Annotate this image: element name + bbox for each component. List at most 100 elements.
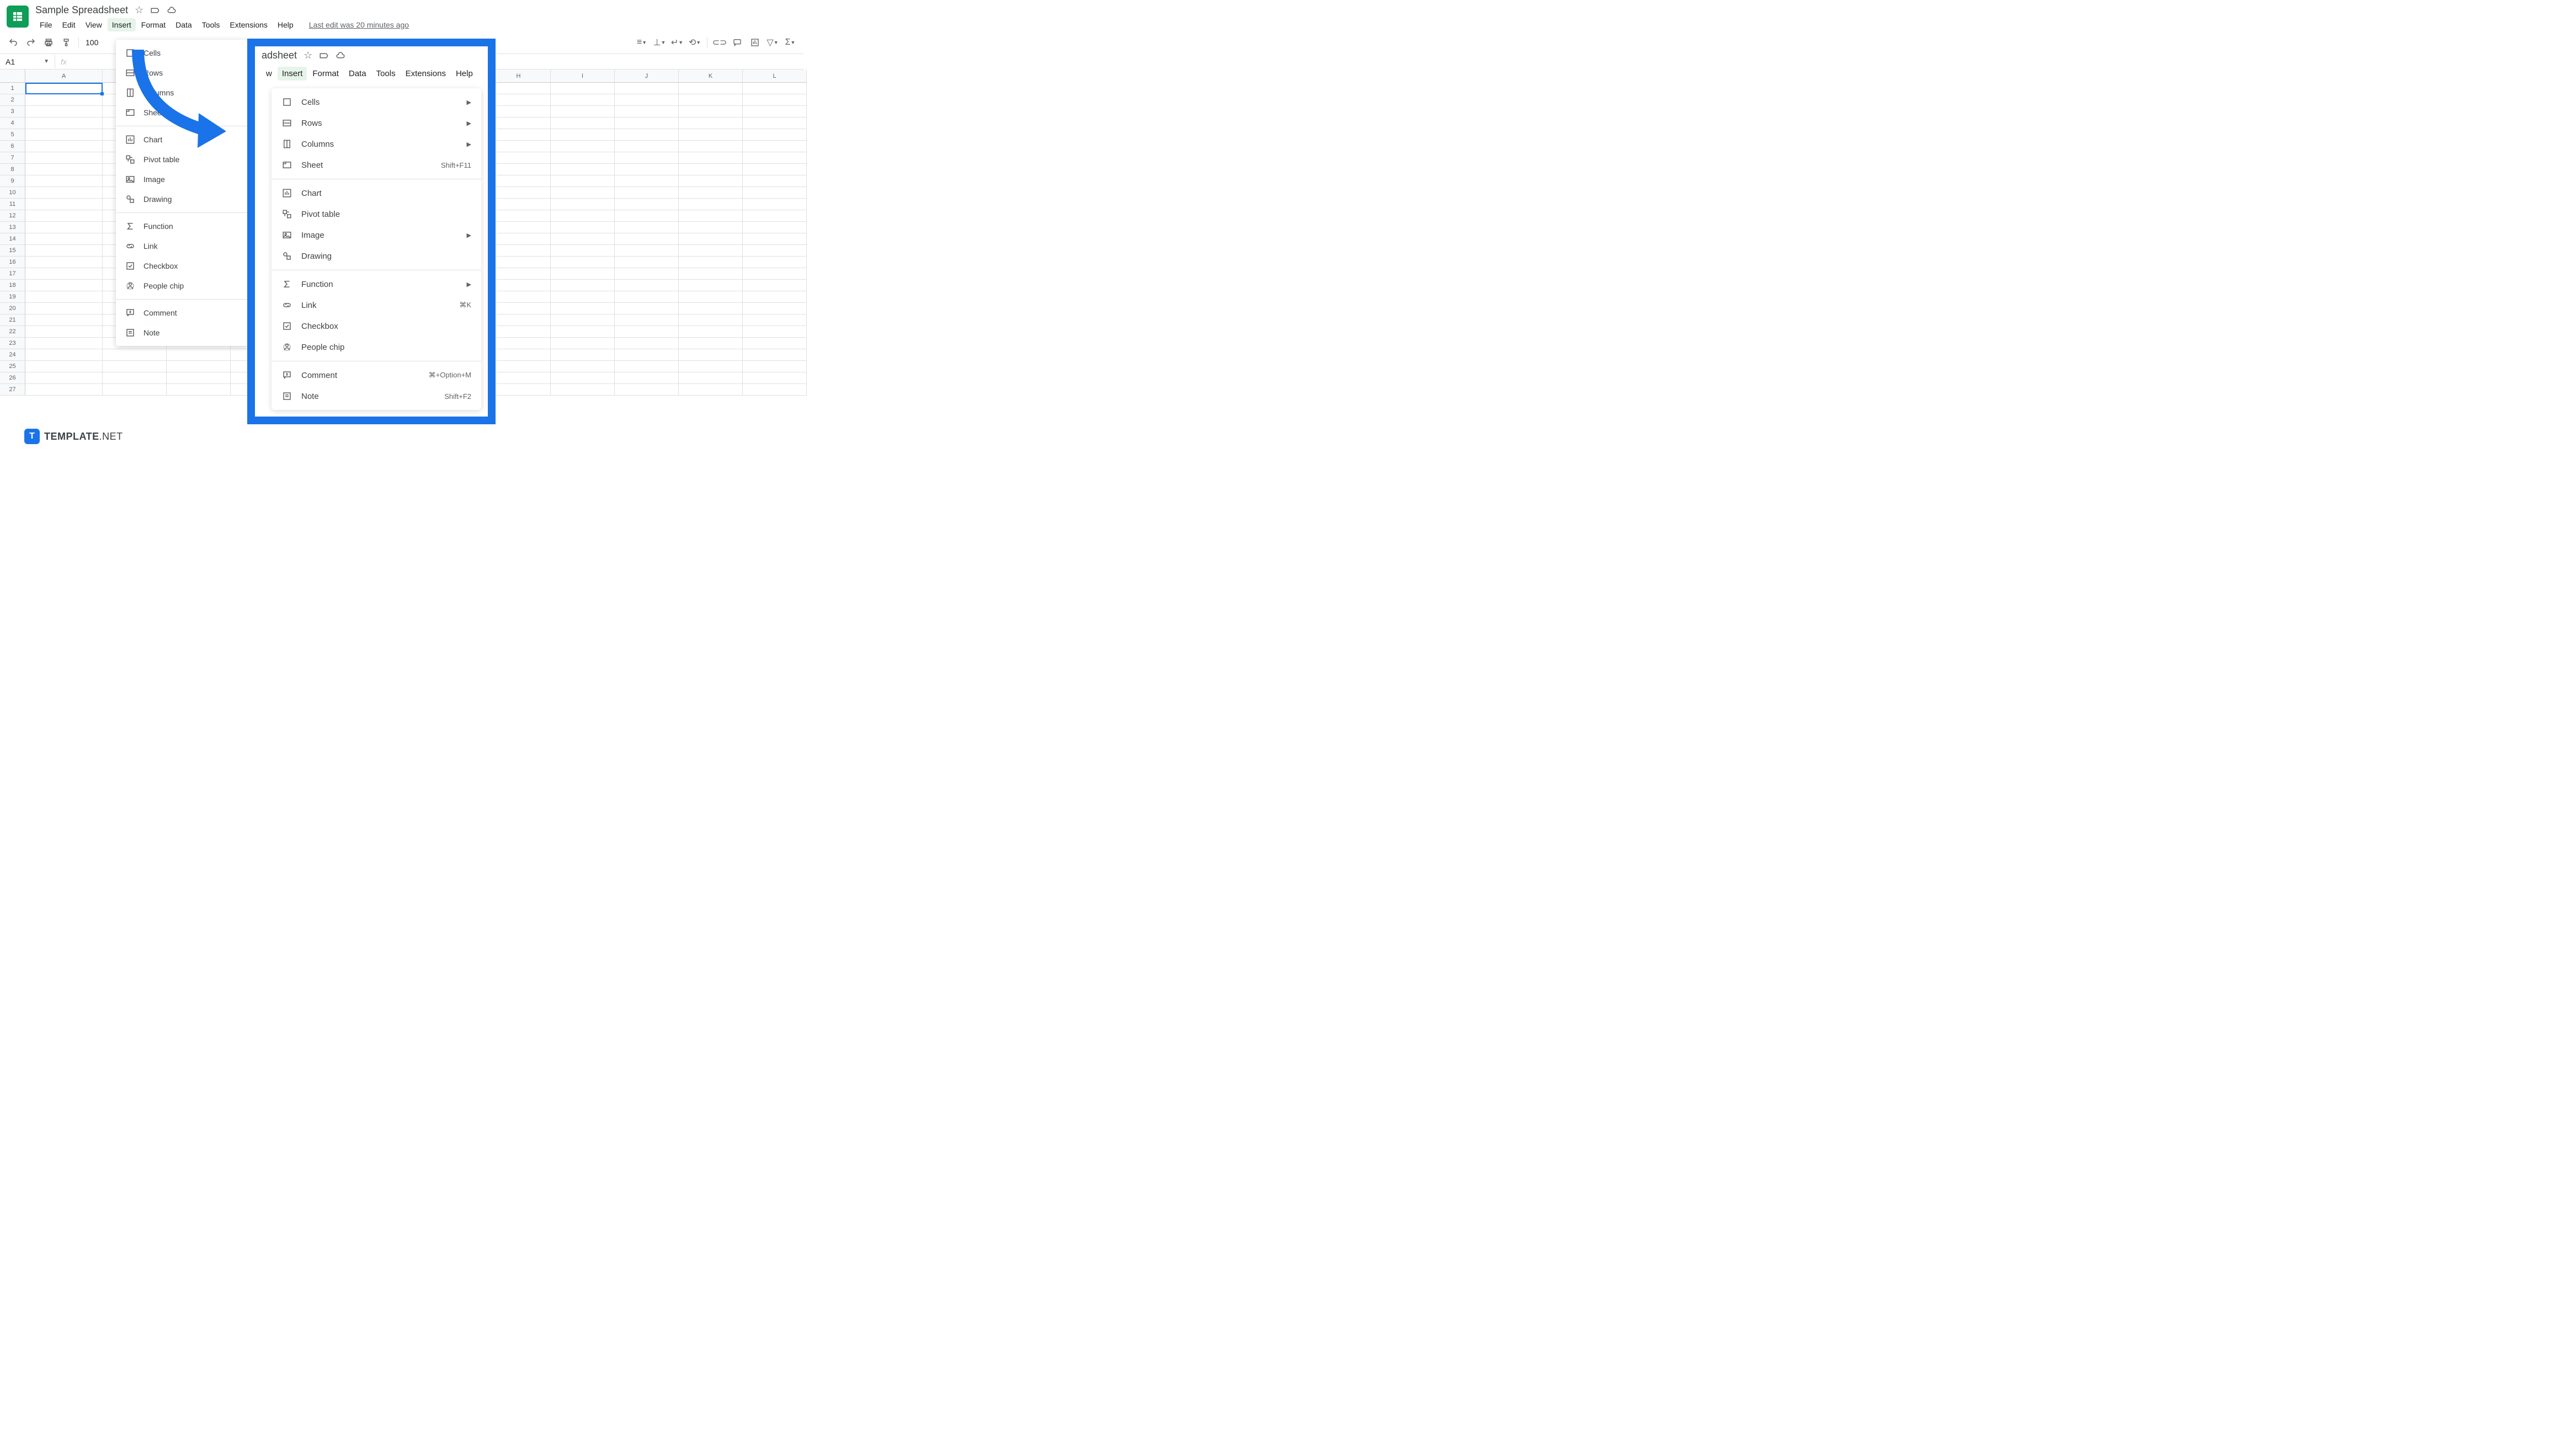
- cell[interactable]: [551, 372, 615, 384]
- menu-item-comment[interactable]: Comment: [116, 303, 248, 323]
- cell[interactable]: [25, 326, 103, 338]
- cell[interactable]: [679, 233, 743, 245]
- cell[interactable]: [487, 314, 551, 326]
- cell[interactable]: [679, 152, 743, 164]
- cell[interactable]: [25, 268, 103, 280]
- row-header[interactable]: 27: [0, 384, 25, 396]
- cell[interactable]: [679, 372, 743, 384]
- col-header[interactable]: L: [743, 70, 807, 83]
- cell[interactable]: [551, 83, 615, 94]
- cell[interactable]: [25, 280, 103, 291]
- cell[interactable]: [25, 372, 103, 384]
- cell[interactable]: [615, 245, 679, 257]
- cell[interactable]: [551, 164, 615, 175]
- cell[interactable]: [615, 338, 679, 349]
- cell[interactable]: [615, 94, 679, 106]
- cell[interactable]: [679, 384, 743, 396]
- cell[interactable]: [679, 94, 743, 106]
- menu-file[interactable]: File: [35, 18, 57, 31]
- menu-item-chart[interactable]: Chart: [272, 183, 481, 204]
- cell[interactable]: [25, 222, 103, 233]
- row-header[interactable]: 18: [0, 280, 25, 291]
- cell[interactable]: [551, 314, 615, 326]
- cell[interactable]: [551, 291, 615, 303]
- cell[interactable]: [679, 268, 743, 280]
- wrap-icon[interactable]: ↵ ▼: [669, 35, 685, 50]
- menu-view[interactable]: View: [81, 18, 107, 31]
- cell[interactable]: [551, 106, 615, 118]
- menu-item-link[interactable]: Link: [116, 236, 248, 256]
- row-header[interactable]: 7: [0, 152, 25, 164]
- comment-icon[interactable]: [730, 35, 745, 50]
- cell[interactable]: [25, 83, 103, 94]
- cell[interactable]: [679, 187, 743, 199]
- row-header[interactable]: 11: [0, 199, 25, 210]
- cell[interactable]: [25, 257, 103, 268]
- menu-item-link[interactable]: Link⌘K: [272, 295, 481, 316]
- doc-title[interactable]: Sample Spreadsheet: [35, 4, 128, 16]
- menu-item-columns[interactable]: Columns▶: [272, 134, 481, 154]
- cell[interactable]: [615, 257, 679, 268]
- row-header[interactable]: 23: [0, 338, 25, 349]
- move-icon[interactable]: [319, 51, 329, 61]
- row-header[interactable]: 25: [0, 361, 25, 372]
- row-header[interactable]: 13: [0, 222, 25, 233]
- row-header[interactable]: 17: [0, 268, 25, 280]
- cell[interactable]: [551, 361, 615, 372]
- cell-reference[interactable]: A1 ▼: [0, 55, 55, 68]
- menu-tools[interactable]: Tools: [198, 18, 225, 31]
- row-header[interactable]: 12: [0, 210, 25, 222]
- col-header[interactable]: K: [679, 70, 743, 83]
- cell[interactable]: [551, 326, 615, 338]
- menu-data[interactable]: Data: [171, 18, 196, 31]
- menu-tools[interactable]: Tools: [372, 67, 400, 81]
- cell[interactable]: [679, 291, 743, 303]
- cell[interactable]: [25, 384, 103, 396]
- cell[interactable]: [743, 326, 807, 338]
- cell[interactable]: [25, 152, 103, 164]
- cell[interactable]: [743, 222, 807, 233]
- cell[interactable]: [615, 349, 679, 361]
- menu-item-people-chip[interactable]: People chip: [272, 337, 481, 358]
- cell[interactable]: [167, 361, 231, 372]
- cell[interactable]: [615, 83, 679, 94]
- print-icon[interactable]: [41, 35, 56, 50]
- cell[interactable]: [743, 210, 807, 222]
- cell[interactable]: [487, 210, 551, 222]
- cell[interactable]: [487, 338, 551, 349]
- cell[interactable]: [487, 303, 551, 314]
- cell[interactable]: [487, 187, 551, 199]
- cell[interactable]: [25, 106, 103, 118]
- cell[interactable]: [25, 291, 103, 303]
- cell[interactable]: [679, 199, 743, 210]
- cell[interactable]: [615, 129, 679, 141]
- menu-item-rows[interactable]: Rows: [116, 63, 248, 83]
- menu-item-columns[interactable]: Columns: [116, 83, 248, 103]
- move-icon[interactable]: [150, 6, 160, 15]
- row-header[interactable]: 20: [0, 303, 25, 314]
- cell[interactable]: [743, 372, 807, 384]
- cell[interactable]: [615, 233, 679, 245]
- cell[interactable]: [679, 141, 743, 152]
- cell[interactable]: [679, 210, 743, 222]
- row-header[interactable]: 19: [0, 291, 25, 303]
- cell[interactable]: [25, 338, 103, 349]
- cell[interactable]: [25, 129, 103, 141]
- cell[interactable]: [103, 349, 167, 361]
- cell[interactable]: [743, 349, 807, 361]
- menu-edit[interactable]: Edit: [58, 18, 80, 31]
- cell[interactable]: [615, 303, 679, 314]
- cell[interactable]: [615, 314, 679, 326]
- cell[interactable]: [679, 349, 743, 361]
- cell[interactable]: [743, 338, 807, 349]
- menu-help[interactable]: Help: [273, 18, 298, 31]
- align-icon[interactable]: ≡ ▼: [634, 35, 650, 50]
- row-header[interactable]: 22: [0, 326, 25, 338]
- cell[interactable]: [679, 314, 743, 326]
- cell[interactable]: [551, 210, 615, 222]
- cell[interactable]: [615, 361, 679, 372]
- cell[interactable]: [487, 199, 551, 210]
- cell[interactable]: [551, 152, 615, 164]
- cell-ref-dropdown-icon[interactable]: ▼: [44, 58, 49, 65]
- cell[interactable]: [679, 175, 743, 187]
